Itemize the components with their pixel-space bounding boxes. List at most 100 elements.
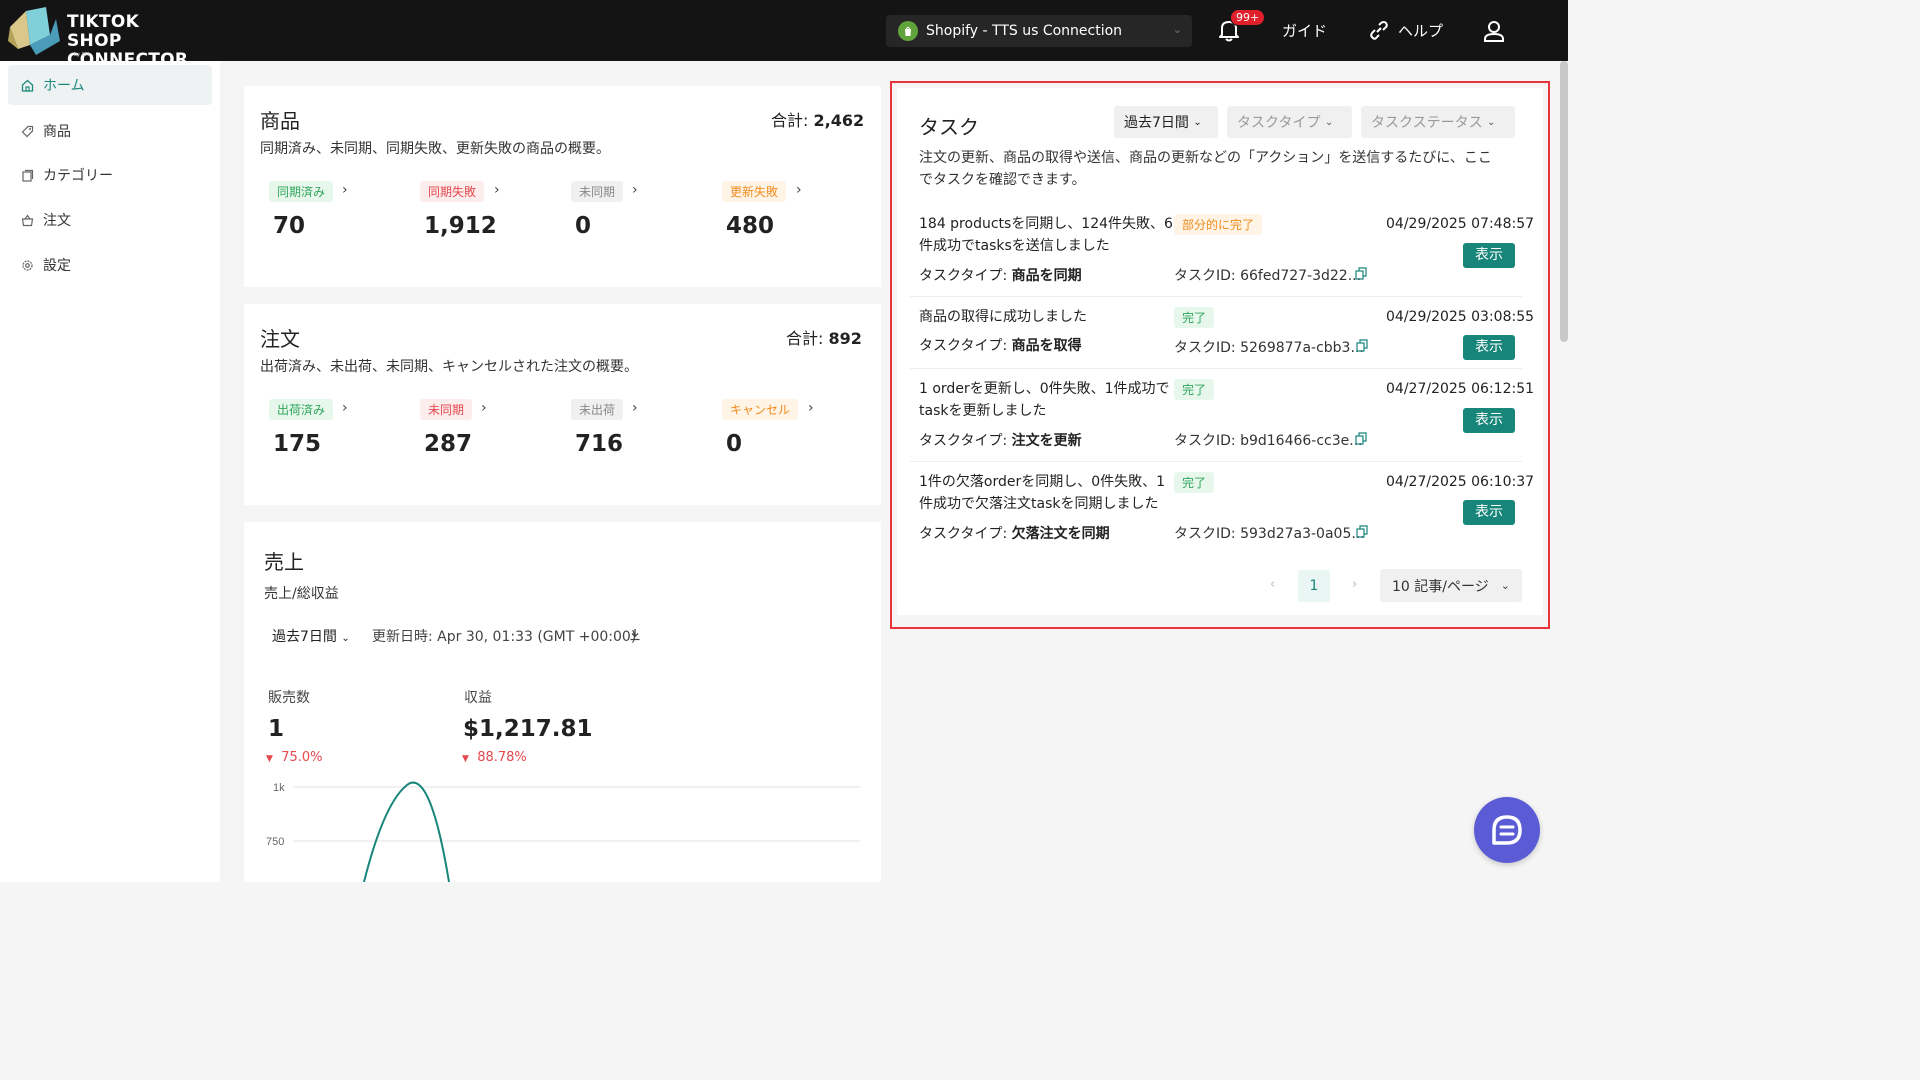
sales-range-select[interactable]: 過去7日間 ⌄ (272, 626, 350, 646)
page-size-select[interactable]: 10 記事/ページ ⌄ (1380, 569, 1522, 602)
sidebar-item-products[interactable]: 商品 (8, 111, 212, 151)
products-synced-tag[interactable]: 同期済み (269, 181, 334, 202)
task-time: 04/29/2025 07:48:57 (1386, 216, 1535, 232)
sidebar-item-categories[interactable]: カテゴリー (8, 155, 212, 195)
orders-shipped-count: 175 (273, 431, 322, 457)
chevron-down-icon: ⌄ (1500, 579, 1510, 592)
page-scrollbar[interactable] (1560, 61, 1568, 342)
sidebar-item-orders[interactable]: 注文 (8, 200, 212, 240)
task-time: 04/27/2025 06:12:51 (1386, 381, 1535, 397)
task-id: タスクID: 5269877a-cbb3... (1174, 340, 1364, 356)
home-icon (21, 79, 34, 92)
products-unsynced-count: 0 (575, 213, 592, 239)
chevron-down-icon: ⌄ (1172, 23, 1182, 36)
chevron-right-icon[interactable]: › (632, 400, 638, 416)
chat-support-button[interactable] (1474, 797, 1540, 863)
tag-icon (21, 125, 34, 137)
chevron-right-icon[interactable]: › (481, 400, 487, 416)
task-view-button[interactable]: 表示 (1463, 500, 1515, 525)
chevron-right-icon[interactable]: › (342, 400, 348, 416)
orders-subtitle: 出荷済み、未出荷、未同期、キャンセルされた注文の概要。 (260, 359, 638, 375)
orders-unshipped-count: 716 (575, 431, 624, 457)
task-id: タスクID: 66fed727-3d22... (1174, 268, 1362, 284)
task-message: 184 productsを同期し、124件失敗、60 件成功でtasksを送信し… (919, 216, 1182, 254)
sales-title: 売上 (264, 550, 304, 574)
store-select-value: Shopify - TTS us Connection (926, 23, 1123, 39)
chevron-right-icon[interactable]: › (808, 400, 814, 416)
chevron-right-icon[interactable]: › (796, 182, 802, 198)
copy-icon[interactable] (1355, 267, 1367, 280)
task-type-filter[interactable]: タスクタイプ ⌄ (1227, 106, 1352, 138)
orders-cancelled-tag[interactable]: キャンセル (722, 399, 799, 420)
orders-total: 合計: 892 (786, 329, 862, 348)
products-unsynced-tag[interactable]: 未同期 (571, 181, 624, 202)
chevron-right-icon[interactable]: › (632, 182, 638, 198)
copy-icon[interactable] (1355, 432, 1367, 445)
products-title: 商品 (260, 109, 300, 133)
download-icon[interactable] (629, 628, 641, 641)
divider (910, 296, 1522, 297)
guide-link[interactable]: ガイド (1282, 20, 1327, 41)
orders-unsynced-count: 287 (424, 431, 473, 457)
shopify-icon (898, 21, 918, 41)
help-link[interactable]: ヘルプ (1398, 20, 1443, 41)
orders-unshipped-tag[interactable]: 未出荷 (571, 399, 624, 420)
sidebar-item-settings[interactable]: 設定 (8, 245, 212, 285)
units-sold-change: ▼ 75.0% (266, 750, 323, 765)
task-type: タスクタイプ: 商品を取得 (919, 338, 1082, 354)
user-icon[interactable] (1482, 19, 1506, 43)
page-1-button[interactable]: 1 (1298, 570, 1330, 602)
task-message: 1件の欠落orderを同期し、0件失敗、1 件成功で欠落注文taskを同期しまし… (919, 474, 1166, 512)
next-page-button[interactable]: › (1352, 577, 1357, 592)
link-icon[interactable] (1368, 19, 1390, 41)
sales-updated-at: 更新日時: Apr 30, 01:33 (GMT +00:00) (372, 629, 637, 645)
task-status-badge: 部分的に完了 (1174, 214, 1263, 235)
units-sold-value: 1 (268, 716, 285, 742)
task-view-button[interactable]: 表示 (1463, 335, 1515, 360)
tasks-title: タスク (919, 115, 979, 139)
products-synced-count: 70 (273, 213, 306, 239)
prev-page-button[interactable]: ‹ (1270, 577, 1275, 592)
sidebar-item-label: 設定 (43, 258, 71, 274)
task-type: タスクタイプ: 注文を更新 (919, 433, 1082, 449)
chevron-right-icon[interactable]: › (342, 182, 348, 198)
revenue-series-line (363, 781, 450, 882)
copy-icon[interactable] (1356, 525, 1368, 538)
task-view-button[interactable]: 表示 (1463, 408, 1515, 433)
units-sold-label: 販売数 (268, 690, 310, 706)
task-view-button[interactable]: 表示 (1463, 243, 1515, 268)
orders-shipped-tag[interactable]: 出荷済み (269, 399, 334, 420)
task-status-filter[interactable]: タスクステータス ⌄ (1361, 106, 1515, 138)
revenue-change: ▼ 88.78% (462, 750, 527, 765)
store-select[interactable]: Shopify - TTS us Connection ⌄ (886, 15, 1192, 47)
chevron-right-icon[interactable]: › (494, 182, 500, 198)
divider (910, 368, 1522, 369)
sidebar-item-home[interactable]: ホーム (8, 65, 212, 105)
orders-cancelled-count: 0 (726, 431, 743, 457)
top-bar: TIKTOK SHOP CONNECTOR by Silk Shopify - … (0, 0, 1568, 70)
task-id: タスクID: 593d27a3-0a05... (1174, 526, 1365, 542)
y-tick-label: 1k (273, 782, 285, 794)
tasks-description: 注文の更新、商品の取得や送信、商品の更新などの「アクション」を送信するたびに、こ… (919, 150, 1492, 188)
task-status-badge: 完了 (1174, 379, 1215, 400)
sidebar: ホーム 商品 カテゴリー 注文 設定 (0, 61, 220, 882)
notification-badge: 99+ (1230, 9, 1266, 26)
logo-mark-icon (8, 7, 60, 55)
tasks-range-filter[interactable]: 過去7日間 ⌄ (1114, 106, 1218, 138)
divider (910, 461, 1522, 462)
sidebar-item-label: カテゴリー (43, 168, 113, 184)
logo-byline: by Silk (74, 52, 91, 58)
task-status-badge: 完了 (1174, 307, 1215, 328)
sidebar-item-label: 商品 (43, 124, 71, 140)
products-update-failed-tag[interactable]: 更新失敗 (722, 181, 787, 202)
app-logo[interactable]: TIKTOK SHOP CONNECTOR by Silk (6, 5, 188, 70)
sales-line-chart: 1k 750 (266, 781, 860, 882)
copy-icon[interactable] (1356, 339, 1368, 352)
orders-unsynced-tag[interactable]: 未同期 (420, 399, 473, 420)
revenue-label: 収益 (464, 690, 492, 706)
order-icon (21, 213, 34, 226)
products-sync-failed-count: 1,912 (424, 213, 497, 239)
products-sync-failed-tag[interactable]: 同期失敗 (420, 181, 485, 202)
category-icon (22, 169, 34, 182)
chat-icon (1492, 815, 1522, 845)
